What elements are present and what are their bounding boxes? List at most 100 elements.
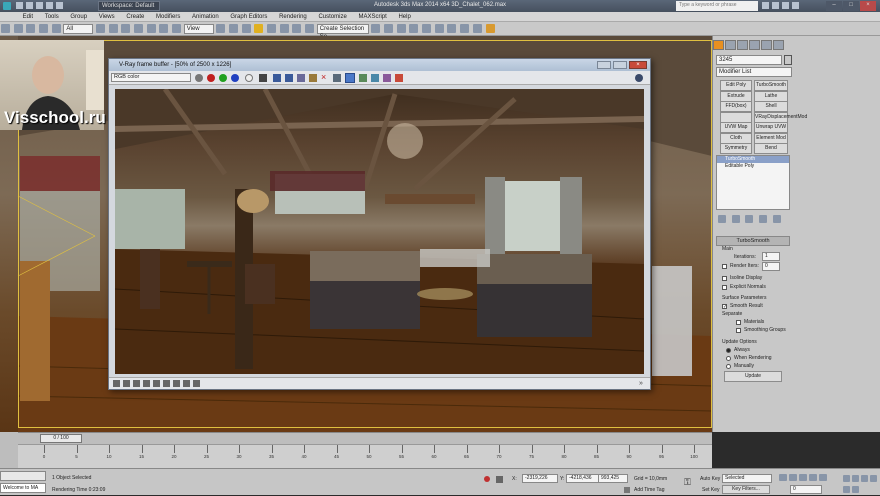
selected-set-dropdown[interactable]: Selected [722,474,772,483]
pin-stack-icon[interactable] [718,215,726,223]
menu-help[interactable]: Help [393,12,415,21]
spinner-snap-icon[interactable] [292,24,302,33]
minimize-button[interactable]: – [826,1,842,11]
reference-coord-dropdown[interactable]: View [183,24,214,34]
fb-link-vfb-icon[interactable] [371,74,379,82]
favorites-icon[interactable] [782,2,789,9]
render-iters-spinner[interactable]: 0 [762,262,780,271]
menu-tools[interactable]: Tools [40,12,64,21]
curve-editor-icon[interactable] [422,24,432,33]
menu-modifiers[interactable]: Modifiers [151,12,185,21]
iterations-spinner[interactable]: 1 [762,252,780,261]
key-icon[interactable]: ⚿ [684,477,694,487]
x-coordinate-field[interactable]: -2319,226 [522,474,558,483]
fb-levels-icon[interactable] [123,380,130,387]
close-button[interactable]: × [860,1,876,11]
redo-tool-icon[interactable] [13,24,23,33]
pivot-center-icon[interactable] [216,24,226,33]
fb-duplicate-icon[interactable] [297,74,305,82]
help-icon[interactable] [792,2,799,9]
isolate-selection-icon[interactable] [484,476,490,482]
graphite-ribbon-icon[interactable] [409,24,419,33]
schematic-view-icon[interactable] [434,24,444,33]
fb-curve-icon[interactable] [143,380,150,387]
materials-checkbox[interactable] [736,320,741,325]
fb-load-image-icon[interactable] [285,74,293,82]
bend-button[interactable]: Bend [754,143,788,154]
fb-lut-icon[interactable] [173,380,180,387]
fb-mono-icon[interactable] [259,74,267,82]
maxscript-listener[interactable] [0,471,46,481]
motion-tab-icon[interactable] [749,40,760,50]
menu-maxscript[interactable]: MAXScript [353,12,391,21]
pan-icon[interactable] [843,486,850,493]
keyboard-shortcut-icon[interactable] [241,24,251,33]
go-to-end-icon[interactable] [819,474,827,481]
menu-graph-editors[interactable]: Graph Editors [225,12,272,21]
zoom-extents-icon[interactable] [861,475,868,482]
mini-curve-toggle[interactable] [0,432,18,468]
vray-frame-buffer-window[interactable]: V-Ray frame buffer - [50% of 2500 x 1226… [108,58,651,390]
current-frame-field[interactable]: 0 [790,485,822,494]
snaps-toggle-icon[interactable] [254,24,264,33]
render-setup-icon[interactable] [460,24,470,33]
menu-edit[interactable]: Edit [18,12,38,21]
render-iters-checkbox[interactable] [722,264,727,269]
render-production-icon[interactable] [485,24,495,33]
fb-follow-mouse-icon[interactable] [333,74,341,82]
fb-maximize-button[interactable] [613,61,627,69]
uvw-map-button[interactable]: UVW Map [720,122,752,133]
welcome-prompt[interactable]: Welcome to MA [0,483,46,493]
stack-item-editable-poly[interactable]: Editable Poly [717,163,789,170]
select-by-name-icon[interactable] [108,24,118,33]
undo-tool-icon[interactable] [1,24,10,33]
isoline-checkbox[interactable] [722,276,727,281]
z-coordinate-field[interactable]: 993,425 [598,474,628,483]
fb-exposure-icon[interactable] [153,380,160,387]
menu-animation[interactable]: Animation [187,12,224,21]
bind-space-warp-icon[interactable] [51,24,61,33]
fb-icc-icon[interactable] [193,380,200,387]
unlink-icon[interactable] [39,24,49,33]
zoom-icon[interactable] [843,475,850,482]
auto-key-button[interactable]: Auto Key [700,476,720,483]
display-tab-icon[interactable] [761,40,772,50]
fov-icon[interactable] [870,475,877,482]
fb-teapot-icon[interactable] [635,74,643,82]
utilities-tab-icon[interactable] [773,40,784,50]
fb-clear-icon[interactable]: × [321,72,329,82]
edit-poly-button[interactable]: Edit Poly [720,80,752,91]
fb-minimize-button[interactable] [597,61,611,69]
unwrap-uvw-button[interactable]: Unwrap UVW [754,122,788,133]
link-icon[interactable] [26,24,36,33]
previous-frame-icon[interactable] [789,474,797,481]
add-time-tag-button[interactable]: Add Time Tag [634,487,664,494]
manually-radio[interactable] [726,364,731,369]
rendered-frame-window-icon[interactable] [472,24,482,33]
turbosmooth-button[interactable]: TurboSmooth [754,80,788,91]
move-icon[interactable] [146,24,156,33]
go-to-start-icon[interactable] [779,474,787,481]
stack-item-turbosmooth[interactable]: TurboSmooth [717,156,789,163]
symmetry-button[interactable]: Symmetry [720,143,752,154]
hierarchy-tab-icon[interactable] [737,40,748,50]
smooth-result-checkbox[interactable]: ✓ [722,304,727,310]
object-color-swatch[interactable] [784,55,792,65]
show-end-result-icon[interactable] [731,215,740,223]
binoculars-icon[interactable] [762,2,769,9]
fb-stop-render-icon[interactable] [395,74,403,82]
set-key-button[interactable]: Set Key [702,487,720,494]
scale-icon[interactable] [172,24,182,33]
next-frame-icon[interactable] [809,474,817,481]
fb-green-channel-icon[interactable] [219,74,227,82]
modifier-stack[interactable]: TurboSmooth Editable Poly [716,155,790,210]
fb-blue-channel-icon[interactable] [231,74,239,82]
track-bar[interactable]: 0 5 10 15 20 25 30 35 40 45 50 55 60 65 70 75 80 85 90 95 10… [18,444,712,468]
modifier-list-dropdown[interactable]: Modifier List [716,67,792,77]
make-unique-icon[interactable] [745,215,754,223]
fb-channel-dropdown[interactable]: RGB color [111,73,191,82]
fb-alpha-channel-icon[interactable] [245,74,253,82]
shell-button[interactable]: Shell [754,101,788,112]
fb-expand-icon[interactable]: » [639,380,646,387]
selection-filter-dropdown[interactable]: All [63,24,94,34]
